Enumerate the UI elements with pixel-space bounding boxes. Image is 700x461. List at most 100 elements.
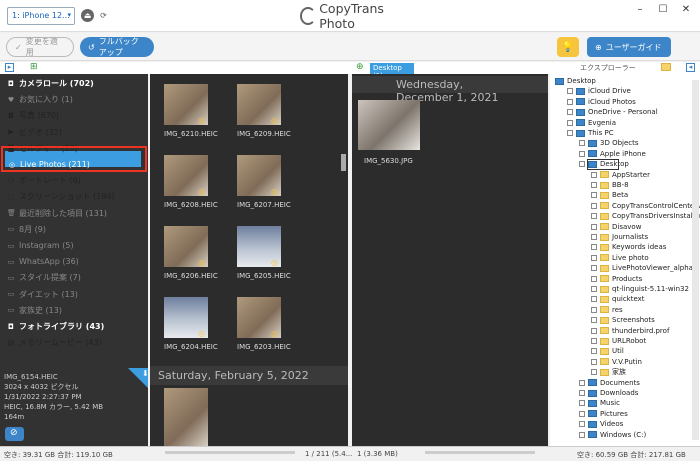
tree-node[interactable]: Documents (579, 378, 640, 388)
expand-toggle[interactable] (579, 379, 585, 386)
tree-node[interactable]: CopyTransDriversInstallerJPv3 (591, 211, 700, 221)
album-item[interactable]: ◘ フォトライブラリ (43) (0, 319, 148, 334)
tree-node[interactable]: Disavow (591, 222, 641, 232)
close-button[interactable]: ✕ (678, 4, 694, 16)
scrollbar[interactable] (341, 154, 346, 171)
horizontal-scrollbar[interactable] (165, 451, 295, 454)
expand-toggle[interactable] (591, 265, 597, 272)
collapse-right-icon[interactable]: ◂ (686, 63, 695, 72)
collapse-left-icon[interactable]: ▸ (5, 63, 14, 72)
tree-node[interactable]: 家族 (591, 367, 626, 377)
full-backup-button[interactable]: ↺ フルバックアップ (80, 37, 154, 57)
tree-node[interactable]: Journalists (591, 232, 648, 242)
expand-toggle[interactable] (579, 150, 585, 157)
tree-node[interactable]: Pictures (579, 409, 628, 419)
expand-toggle[interactable] (579, 421, 585, 428)
tree-node[interactable]: Products (591, 274, 642, 284)
expand-toggle[interactable] (567, 88, 573, 95)
expand-toggle[interactable] (591, 213, 597, 220)
expand-toggle[interactable] (591, 202, 597, 209)
share-button[interactable]: ⊘ (5, 427, 24, 441)
tree-node[interactable]: Keywords ideas (591, 242, 666, 252)
tree-node[interactable]: quicktext (591, 294, 645, 304)
tree-node[interactable]: Live photo (591, 253, 649, 263)
tree-node[interactable]: res (591, 305, 623, 315)
expand-toggle[interactable] (579, 390, 585, 396)
expand-toggle[interactable] (591, 306, 597, 313)
expand-toggle[interactable] (579, 400, 585, 407)
expand-toggle[interactable] (591, 275, 597, 282)
tree-node[interactable]: OneDrive - Personal (567, 107, 658, 117)
refresh-icon[interactable]: ⟳ (97, 9, 110, 22)
tree-node[interactable]: iCloud Photos (567, 97, 636, 107)
tree-node[interactable]: Apple iPhone (579, 149, 646, 159)
expand-toggle[interactable] (591, 286, 597, 292)
tree-node[interactable]: V.V.Putin (591, 357, 642, 367)
album-item[interactable]: ▭ スタイル提案 (7) (0, 270, 148, 285)
photo-thumbnail[interactable] (358, 100, 420, 150)
user-guide-button[interactable]: ⊕ ユーザーガイド (587, 37, 671, 57)
expand-toggle[interactable] (591, 244, 597, 251)
tree-node[interactable]: BB-8 (591, 180, 629, 190)
tree-node[interactable]: Evgenia (567, 118, 616, 128)
expand-toggle[interactable] (591, 223, 597, 230)
expand-toggle[interactable] (591, 317, 597, 324)
album-item[interactable]: 🗑 最近削除した項目 (131) (0, 206, 148, 221)
expand-toggle[interactable] (579, 410, 585, 417)
album-item[interactable]: ▭ 8月 (9) (0, 222, 148, 237)
tips-button[interactable]: 💡 (557, 37, 579, 57)
tree-node[interactable]: LivePhotoViewer_alpha (591, 263, 693, 273)
expand-toggle[interactable] (591, 338, 597, 344)
scrollbar[interactable] (692, 80, 699, 440)
expand-toggle[interactable] (567, 130, 573, 136)
tree-node[interactable]: Desktop (555, 76, 596, 86)
tree-node[interactable]: Windows (C:) (579, 430, 646, 440)
tree-node[interactable]: AppStarter (591, 170, 650, 180)
album-item[interactable]: ▭ WhatsApp (36) (0, 254, 148, 269)
add-album-icon[interactable]: ⊞ (30, 62, 40, 72)
expand-toggle[interactable] (567, 98, 573, 105)
expand-toggle[interactable] (591, 369, 597, 376)
expand-toggle[interactable] (579, 140, 585, 147)
expand-toggle[interactable] (591, 358, 597, 365)
expand-toggle[interactable] (591, 348, 597, 355)
album-item[interactable]: ▭ 家族史 (13) (0, 303, 148, 318)
maximize-button[interactable]: ☐ (655, 4, 671, 16)
tree-node[interactable]: Util (591, 346, 624, 356)
tree-node[interactable]: Music (579, 398, 620, 408)
album-item[interactable]: ◘ カメラロール (702) (0, 76, 148, 91)
album-item[interactable]: ▤ メモリームービー (43) (0, 335, 148, 350)
tree-node[interactable]: This PC (567, 128, 614, 138)
minimize-button[interactable]: – (632, 4, 648, 16)
expand-toggle[interactable] (567, 109, 573, 116)
expand-toggle[interactable] (591, 192, 597, 199)
tree-node[interactable]: thunderbird.prof (591, 326, 669, 336)
tree-node[interactable]: qt-linguist-5.11-win32 (591, 284, 689, 294)
tree-node[interactable]: URLRobot (591, 336, 646, 346)
expand-toggle[interactable] (591, 327, 597, 334)
add-folder-icon[interactable]: ⊕ (356, 62, 366, 72)
photo-thumbnail[interactable] (164, 388, 208, 446)
expand-toggle[interactable] (591, 182, 597, 188)
tree-node[interactable]: iCloud Drive (567, 86, 631, 96)
tree-node[interactable]: Downloads (579, 388, 638, 398)
expand-toggle[interactable] (591, 296, 597, 303)
tab-desktop[interactable]: Desktop (1) (370, 63, 414, 80)
apply-changes-button[interactable]: ✓ 変更を適用 (6, 37, 74, 57)
tree-node[interactable]: CopyTransControlCenterv5.00 (591, 201, 700, 211)
expand-toggle[interactable] (591, 234, 597, 240)
expand-toggle[interactable] (591, 254, 597, 261)
album-item[interactable]: ◘ 写真 (670) (0, 108, 148, 123)
album-item[interactable]: ⬚ スクリーンショット (194) (0, 189, 148, 204)
tree-node[interactable]: Beta (591, 190, 628, 200)
album-item[interactable]: ▭ Instagram (5) (0, 238, 148, 253)
expand-toggle[interactable] (567, 119, 573, 126)
album-item[interactable]: ▶ ビデオ (32) (0, 125, 148, 140)
tree-node[interactable]: 3D Objects (579, 138, 639, 148)
expand-toggle[interactable] (579, 431, 585, 438)
folder-icon[interactable] (661, 63, 671, 71)
eject-icon[interactable]: ⏏ (81, 9, 94, 22)
album-item[interactable]: ♥ お気に入り (1) (0, 92, 148, 107)
expand-toggle[interactable] (591, 171, 597, 178)
horizontal-scrollbar[interactable] (425, 451, 535, 454)
